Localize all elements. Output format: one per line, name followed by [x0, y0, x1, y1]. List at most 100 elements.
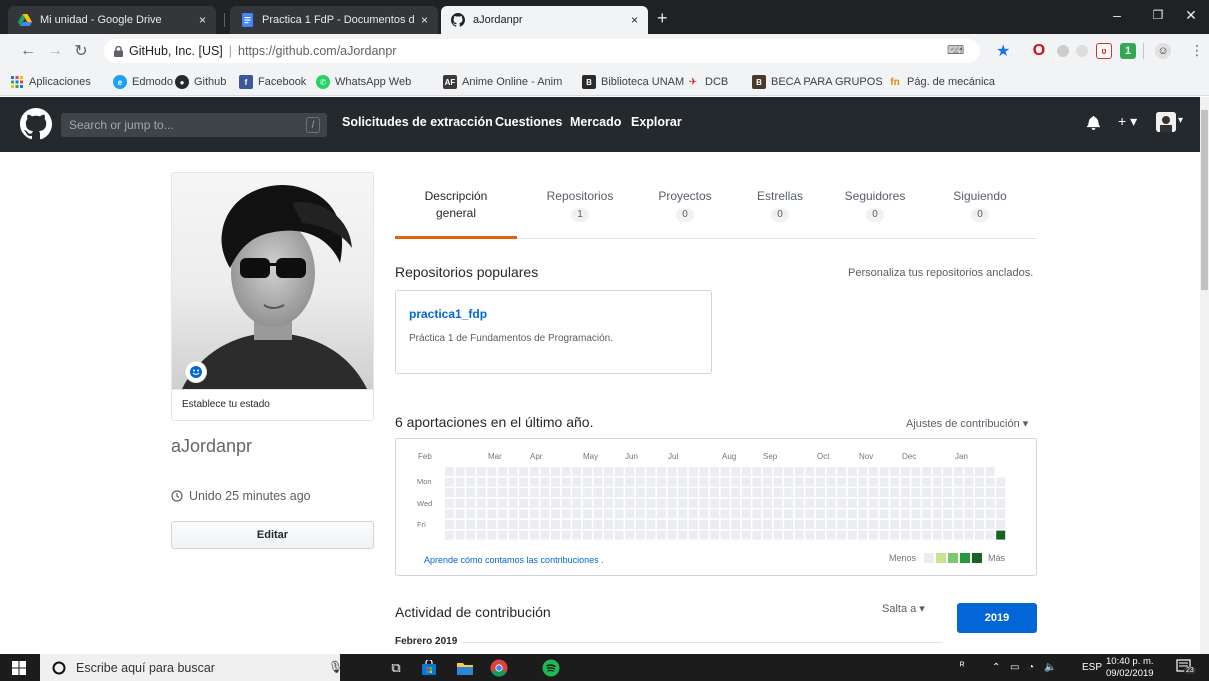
contribution-day[interactable]	[847, 467, 857, 476]
contribution-day[interactable]	[805, 498, 815, 508]
contribution-day[interactable]	[858, 488, 868, 498]
contribution-day[interactable]	[741, 520, 751, 529]
contribution-day[interactable]	[529, 520, 539, 529]
contribution-day[interactable]	[445, 509, 454, 519]
contribution-day[interactable]	[763, 509, 772, 519]
jump-to-dropdown[interactable]: Salta a ▾	[882, 602, 925, 615]
contribution-day[interactable]	[667, 509, 677, 519]
contribution-day[interactable]	[519, 477, 529, 487]
contribution-day[interactable]	[975, 520, 984, 529]
contribution-day[interactable]	[847, 520, 857, 529]
contribution-day[interactable]	[805, 477, 815, 487]
contribution-day[interactable]	[678, 530, 688, 540]
contribution-day[interactable]	[635, 488, 645, 498]
contribution-day[interactable]	[816, 467, 825, 476]
tab-overview[interactable]: Descripción general	[395, 188, 517, 222]
contribution-day[interactable]	[445, 488, 454, 498]
contribution-day[interactable]	[773, 488, 783, 498]
contribution-day[interactable]	[710, 498, 719, 508]
contribution-day[interactable]	[710, 509, 719, 519]
contribution-day[interactable]	[826, 488, 836, 498]
contribution-day[interactable]	[858, 477, 868, 487]
contribution-day[interactable]	[932, 520, 942, 529]
close-icon[interactable]: ×	[631, 13, 638, 27]
contribution-day[interactable]	[476, 498, 486, 508]
contribution-day[interactable]	[879, 498, 889, 508]
contribution-day[interactable]	[794, 498, 804, 508]
contribution-day[interactable]	[879, 520, 889, 529]
contribution-day[interactable]	[699, 488, 709, 498]
contribution-day[interactable]	[635, 509, 645, 519]
contribution-day[interactable]	[529, 530, 539, 540]
tab-following[interactable]: Siguiendo 0	[935, 188, 1025, 222]
contribution-day[interactable]	[816, 488, 825, 498]
close-icon[interactable]: ×	[421, 13, 428, 27]
github-search-input[interactable]: Search or jump to... /	[61, 113, 327, 137]
contribution-day[interactable]	[508, 488, 518, 498]
contribution-day[interactable]	[487, 520, 497, 529]
minimize-button[interactable]: –	[1094, 0, 1140, 30]
contribution-day[interactable]	[487, 498, 497, 508]
contribution-day[interactable]	[678, 488, 688, 498]
contribution-day[interactable]	[890, 520, 900, 529]
contribution-day[interactable]	[710, 520, 719, 529]
contribution-day[interactable]	[826, 467, 836, 476]
contribution-day[interactable]	[614, 488, 624, 498]
github-logo-icon[interactable]	[20, 108, 53, 143]
contribution-day[interactable]	[964, 488, 974, 498]
contribution-day[interactable]	[869, 477, 878, 487]
contribution-day[interactable]	[900, 530, 910, 540]
contribution-day[interactable]	[614, 520, 624, 529]
contribution-day[interactable]	[498, 498, 507, 508]
contribution-day[interactable]	[858, 467, 868, 476]
contribution-day[interactable]	[476, 520, 486, 529]
contribution-day[interactable]	[561, 498, 571, 508]
contribution-day[interactable]	[678, 520, 688, 529]
store-icon[interactable]	[419, 658, 439, 678]
contribution-day[interactable]	[476, 467, 486, 476]
contribution-day[interactable]	[614, 530, 624, 540]
contribution-day[interactable]	[699, 498, 709, 508]
address-bar[interactable]: GitHub, Inc. [US] | https://github.com/a…	[104, 39, 980, 63]
contribution-day[interactable]	[604, 488, 613, 498]
contribution-day[interactable]	[688, 488, 698, 498]
contribution-day[interactable]	[508, 477, 518, 487]
contribution-day[interactable]	[869, 488, 878, 498]
contribution-day[interactable]	[487, 530, 497, 540]
contribution-day[interactable]	[688, 498, 698, 508]
contribution-day[interactable]	[847, 509, 857, 519]
pocket-icon[interactable]: ʋ	[1096, 43, 1112, 59]
contribution-day[interactable]	[487, 477, 497, 487]
contribution-day[interactable]	[720, 477, 730, 487]
contribution-day[interactable]	[455, 477, 465, 487]
contribution-day[interactable]	[752, 520, 762, 529]
contribution-day[interactable]	[466, 488, 476, 498]
contribution-day[interactable]	[455, 467, 465, 476]
contribution-day[interactable]	[773, 477, 783, 487]
contribution-day[interactable]	[604, 530, 613, 540]
contribution-day[interactable]	[572, 467, 582, 476]
contribution-day[interactable]	[466, 530, 476, 540]
contribution-day[interactable]	[943, 530, 953, 540]
contribution-day[interactable]	[932, 467, 942, 476]
contribution-day[interactable]	[794, 530, 804, 540]
contribution-day[interactable]	[635, 498, 645, 508]
contribution-day[interactable]	[752, 477, 762, 487]
contribution-day[interactable]	[975, 488, 984, 498]
bookmark-facebook[interactable]: f Facebook	[239, 75, 306, 89]
contribution-day[interactable]	[773, 467, 783, 476]
contribution-day[interactable]	[900, 498, 910, 508]
contribution-day[interactable]	[593, 509, 603, 519]
contribution-day[interactable]	[657, 520, 666, 529]
contribution-day[interactable]	[731, 509, 741, 519]
contribution-day[interactable]	[455, 509, 465, 519]
contribution-day[interactable]	[784, 488, 794, 498]
contribution-day[interactable]	[975, 509, 984, 519]
contribution-day[interactable]	[985, 477, 995, 487]
contribution-day[interactable]	[943, 477, 953, 487]
contribution-day[interactable]	[593, 520, 603, 529]
contribution-day[interactable]	[582, 509, 592, 519]
contribution-day[interactable]	[540, 477, 550, 487]
contribution-day[interactable]	[975, 467, 984, 476]
new-tab-button[interactable]: +	[657, 8, 668, 29]
